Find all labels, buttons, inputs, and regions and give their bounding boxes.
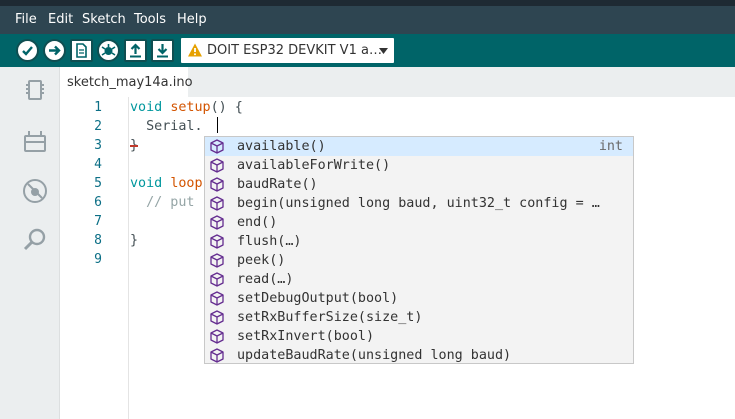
suggestion-label: end() — [237, 215, 278, 230]
upload-button[interactable] — [43, 39, 66, 62]
line-number: 2 — [94, 119, 102, 134]
code-keyword: void — [130, 100, 163, 115]
verify-button[interactable] — [16, 39, 39, 62]
suggestion-label: availableForWrite() — [237, 158, 391, 173]
menu-help[interactable]: Help — [177, 13, 207, 27]
chevron-down-icon — [379, 48, 388, 54]
open-icon — [130, 43, 141, 58]
menu-edit[interactable]: Edit — [48, 13, 73, 27]
code-line: void loop — [130, 174, 203, 193]
suggestion-label: read(…) — [237, 272, 294, 287]
line-number: 6 — [94, 195, 102, 210]
suggestion-label: flush(…) — [237, 234, 302, 249]
suggestion-label: setRxInvert(bool) — [237, 329, 375, 344]
code-line: void setup() { — [130, 98, 243, 117]
debug-button[interactable] — [97, 39, 120, 62]
suggestion-item[interactable]: end() — [205, 213, 633, 232]
menu-bar: File Edit Sketch Tools Help — [0, 6, 735, 34]
save-button[interactable] — [151, 39, 174, 62]
library-icon[interactable] — [22, 128, 48, 154]
warning-icon — [188, 43, 202, 57]
line-number: 5 — [94, 176, 102, 191]
code-function: setup — [170, 100, 211, 115]
code-line: } — [130, 233, 139, 248]
board-selector[interactable]: DOIT ESP32 DEVKIT V1 a… — [181, 38, 394, 63]
suggestion-item[interactable]: peek() — [205, 251, 633, 270]
bracket-match-marker — [130, 145, 138, 147]
debug-icon — [101, 44, 116, 56]
line-number: 8 — [94, 233, 102, 248]
suggestion-label: peek() — [237, 253, 286, 268]
code-comment: // put — [130, 195, 195, 210]
suggestion-item[interactable]: read(…) — [205, 270, 633, 289]
toolbar: DOIT ESP32 DEVKIT V1 a… — [0, 34, 735, 67]
tab-bar: sketch_may14a.ino — [60, 67, 735, 97]
new-sketch-button[interactable] — [70, 39, 93, 62]
suggestion-item[interactable]: updateBaudRate(unsigned long baud) — [205, 346, 633, 365]
suggestion-label: updateBaudRate(unsigned long baud) — [237, 348, 512, 363]
suggestion-item[interactable]: available() int — [205, 137, 633, 156]
suggestion-label: setDebugOutput(bool) — [237, 291, 399, 306]
suggestion-item[interactable]: baudRate() — [205, 175, 633, 194]
code-text: () { — [210, 100, 243, 115]
gutter-divider — [128, 97, 129, 419]
board-icon[interactable] — [22, 77, 48, 103]
line-number: 4 — [94, 157, 102, 172]
verify-icon — [22, 46, 33, 56]
line-number: 9 — [94, 252, 102, 267]
code-function: loop — [170, 176, 203, 191]
board-name: DOIT ESP32 DEVKIT V1 a… — [207, 43, 382, 58]
suggestion-item[interactable]: availableForWrite() — [205, 156, 633, 175]
method-cube-icon — [210, 348, 224, 367]
suggestion-type: int — [598, 139, 623, 154]
suggestion-item[interactable]: begin(unsigned long baud, uint32_t confi… — [205, 194, 633, 213]
open-button[interactable] — [124, 39, 147, 62]
menu-tools[interactable]: Tools — [134, 13, 166, 27]
code-keyword: void — [130, 176, 163, 191]
text-cursor — [217, 117, 218, 133]
line-number: 3 — [94, 138, 102, 153]
search-icon[interactable] — [22, 227, 48, 253]
suggestion-item[interactable]: setDebugOutput(bool) — [205, 289, 633, 308]
suggestion-item[interactable]: setRxInvert(bool) — [205, 327, 633, 346]
autocomplete-popup[interactable]: available() int availableForWrite() baudRat… — [204, 136, 634, 364]
menu-sketch[interactable]: Sketch — [82, 13, 126, 27]
line-number: 7 — [94, 214, 102, 229]
line-number: 1 — [94, 100, 102, 115]
debug-icon[interactable] — [22, 178, 48, 204]
suggestion-label: baudRate() — [237, 177, 318, 192]
tab-label: sketch_may14a.ino — [67, 75, 193, 90]
suggestion-label: setRxBufferSize(size_t) — [237, 310, 423, 325]
new-file-icon — [76, 43, 87, 58]
save-icon — [157, 44, 168, 58]
suggestion-item[interactable]: flush(…) — [205, 232, 633, 251]
sidebar — [0, 67, 60, 419]
tab-sketch[interactable]: sketch_may14a.ino — [60, 67, 193, 97]
suggestion-item[interactable]: setRxBufferSize(size_t) — [205, 308, 633, 327]
code-line: Serial. — [130, 119, 203, 134]
menu-file[interactable]: File — [15, 13, 37, 27]
suggestion-label: begin(unsigned long baud, uint32_t confi… — [237, 196, 600, 211]
upload-icon — [49, 45, 61, 56]
suggestion-label: available() — [237, 139, 326, 154]
